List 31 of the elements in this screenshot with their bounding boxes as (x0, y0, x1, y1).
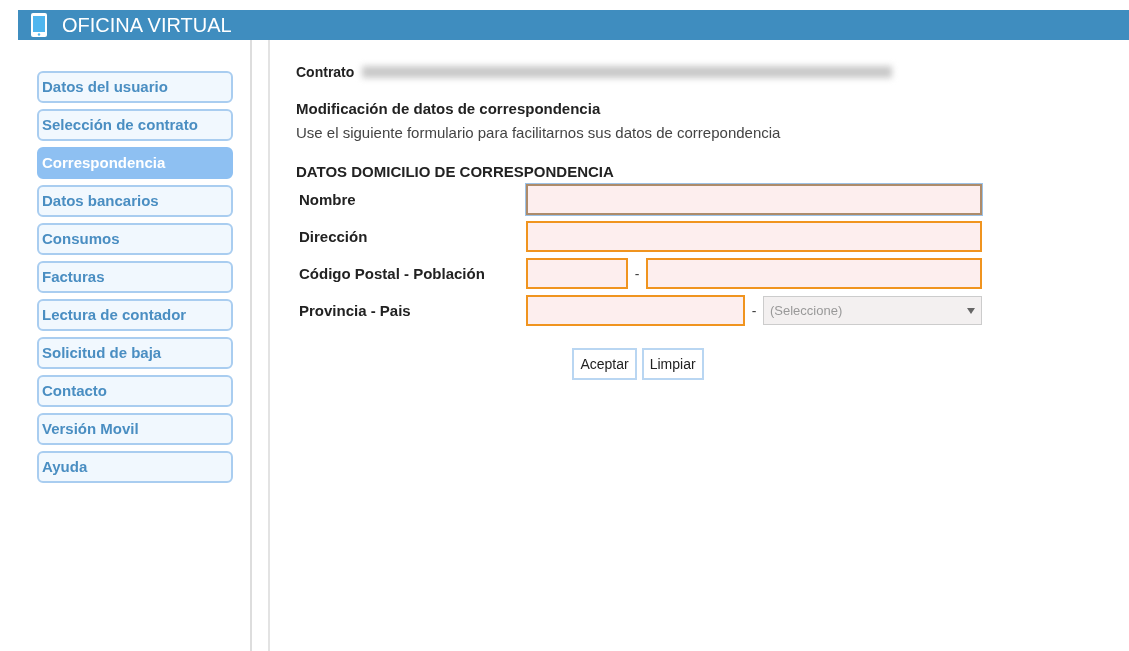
section-title: DATOS DOMICILIO DE CORRESPONDENCIA (296, 163, 615, 180)
form-button[interactable]: Aceptar (572, 348, 637, 380)
field-label: Nombre (298, 191, 357, 208)
sidebar-item[interactable]: Facturas (37, 261, 233, 293)
contract-label: Contrato (296, 64, 355, 80)
separator: - (633, 265, 641, 282)
sidebar-item[interactable]: Versión Movil (37, 413, 233, 445)
input-field[interactable] (646, 258, 982, 289)
intro-text: Use el siguiente formulario para facilitarnos sus datos de correpondencia (296, 124, 782, 141)
sidebar-item[interactable]: Selección de contrato (37, 109, 233, 141)
sidebar-item[interactable]: Correspondencia (37, 147, 233, 179)
input-field[interactable] (526, 221, 982, 252)
input-field[interactable] (526, 184, 982, 215)
input-field[interactable] (526, 295, 745, 326)
dropdown-icon (967, 307, 975, 314)
app-title: OFICINA VIRTUAL (62, 13, 232, 37)
field-label: Código Postal - Población (298, 265, 486, 282)
phone-icon (30, 12, 48, 38)
sidebar-item[interactable]: Solicitud de baja (37, 337, 233, 369)
separator: - (750, 302, 758, 319)
form-heading: Modificación de datos de correspondencia (296, 100, 602, 117)
sidebar-item[interactable]: Ayuda (37, 451, 233, 483)
form-button[interactable]: Limpiar (641, 348, 704, 380)
field-label: Dirección (298, 228, 369, 245)
field-label: Provincia - Pais (298, 302, 412, 319)
sidebar-item[interactable]: Datos bancarios (37, 185, 233, 217)
sidebar-item[interactable]: Consumos (37, 223, 233, 255)
sidebar-item[interactable]: Contacto (37, 375, 233, 407)
sidebar-item[interactable]: Datos del usuario (37, 71, 233, 103)
sidebar-item[interactable]: Lectura de contador (37, 299, 233, 331)
input-field[interactable] (526, 258, 628, 289)
